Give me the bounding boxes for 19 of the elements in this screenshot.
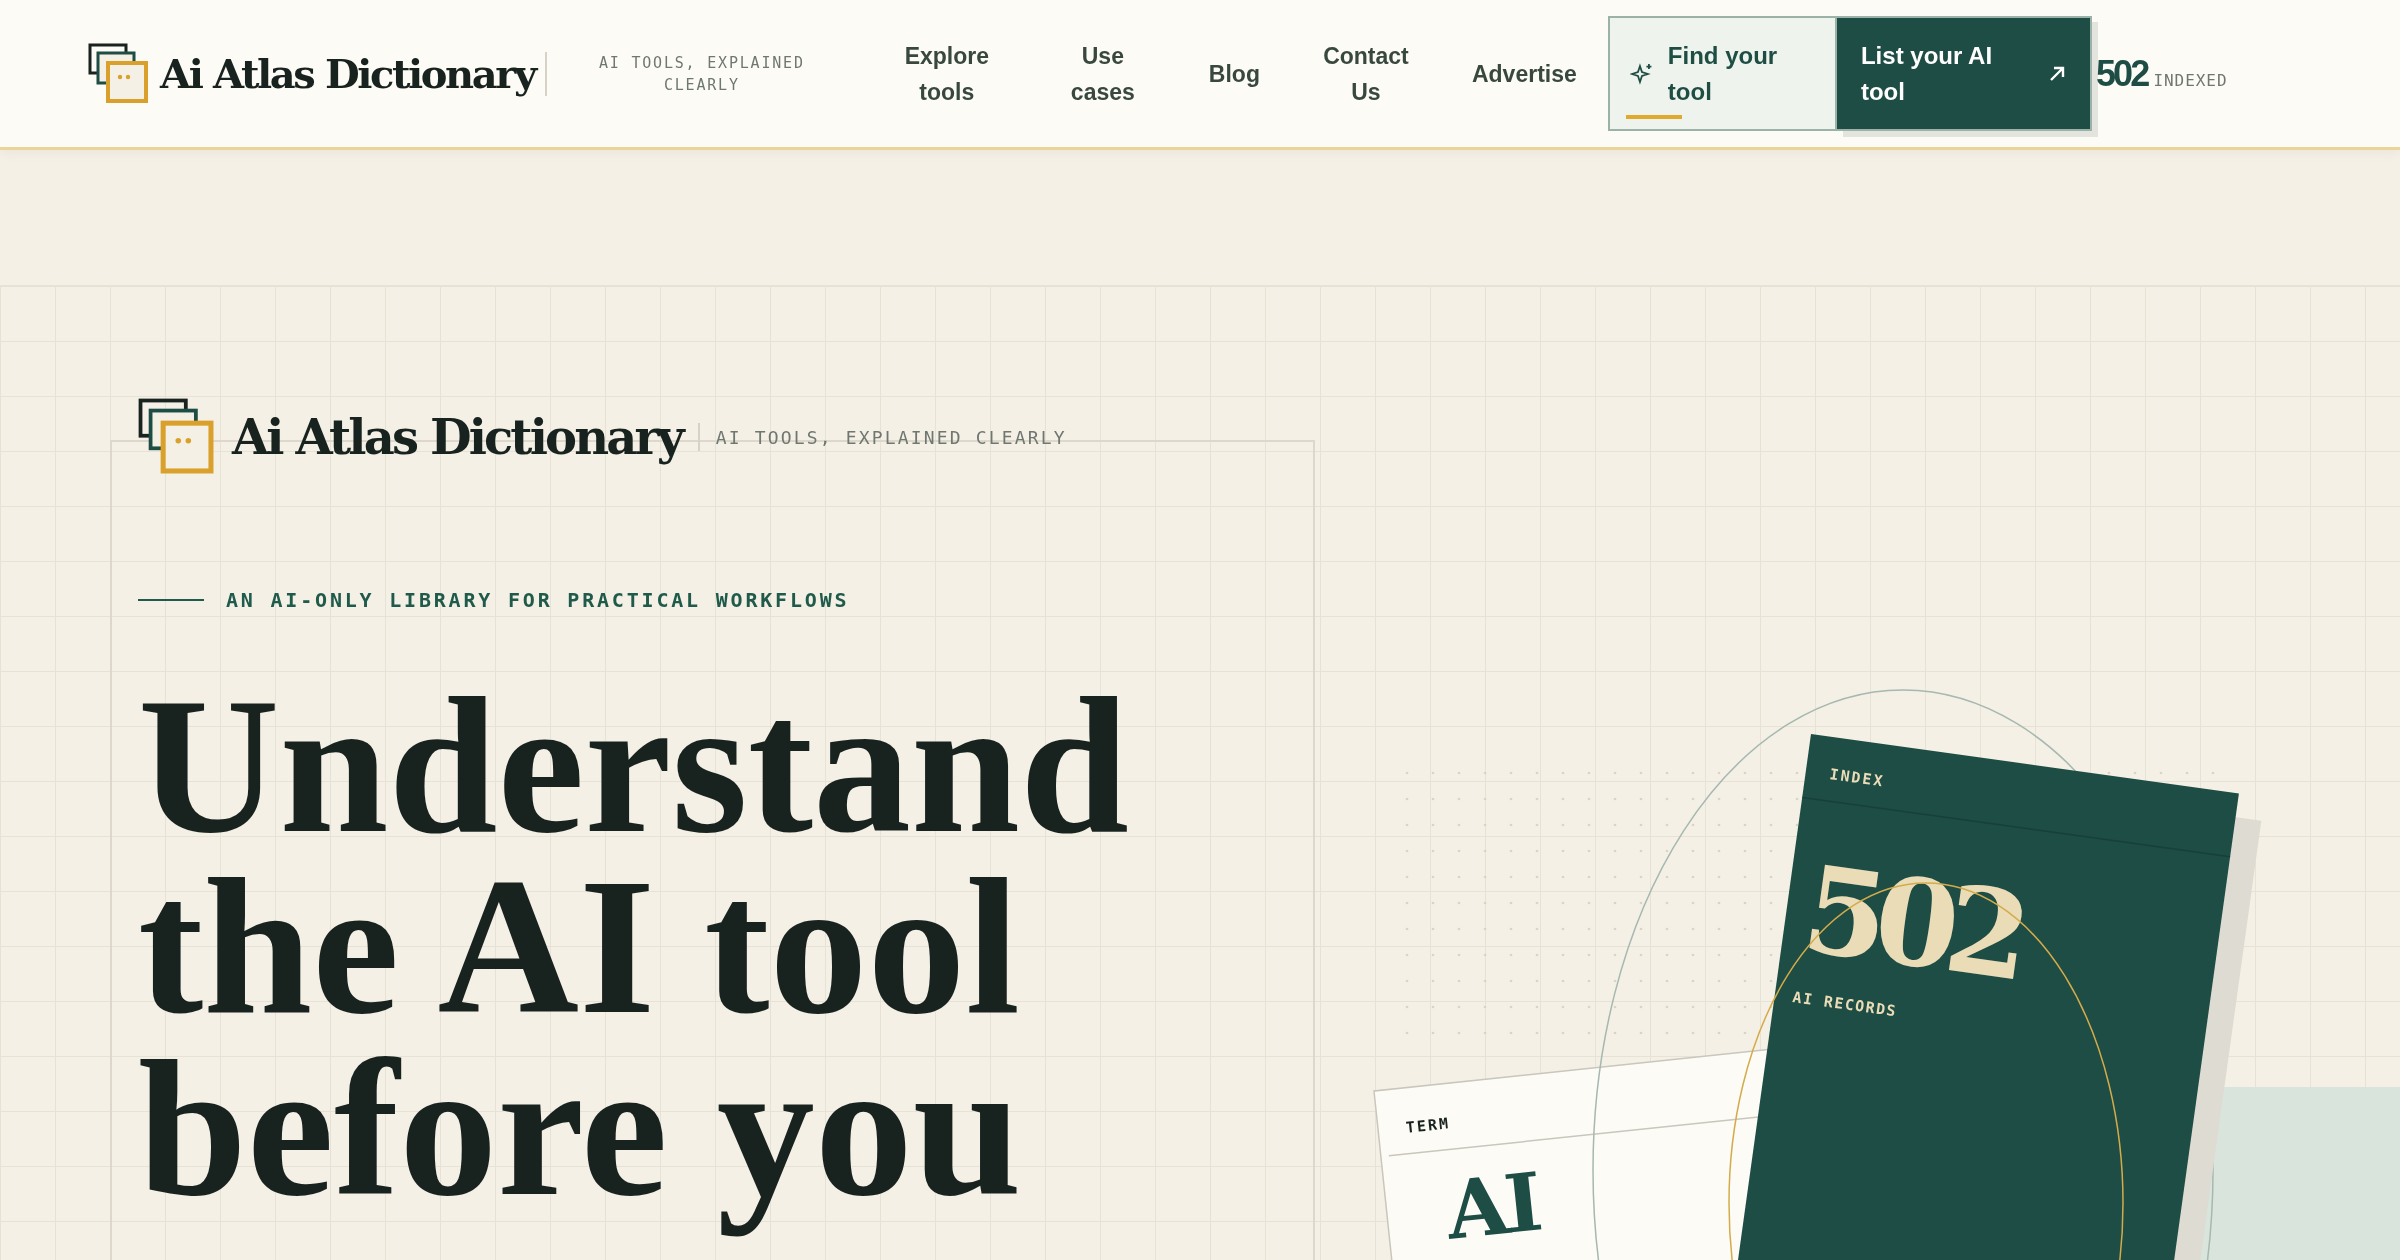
indexed-count: 502	[2095, 52, 2148, 95]
nav-link[interactable]: Contact Us	[1287, 37, 1444, 110]
nav-link[interactable]: Explore tools	[868, 37, 1025, 110]
eyebrow-text: AN AI-ONLY LIBRARY FOR PRACTICAL WORKFLOWS	[226, 588, 850, 612]
index-caption: AI RECORDS	[1791, 988, 1899, 1021]
brand-name: Ai Atlas Dictionary	[232, 409, 682, 465]
term-word: AI	[1442, 1154, 1543, 1258]
find-tool-button[interactable]: Find your tool	[1607, 16, 1837, 131]
indexed-label: INDEXED	[2153, 70, 2228, 90]
term-label: TERM	[1405, 1114, 1451, 1137]
tagline: AI TOOLS, EXPLAINED CLEARLY	[715, 426, 1067, 448]
tagline: AI TOOLS, EXPLAINED CLEARLY	[597, 52, 806, 96]
brand-name[interactable]: Ai Atlas Dictionary	[160, 50, 535, 97]
nav-link[interactable]: Use cases	[1024, 37, 1181, 110]
logo-icon	[138, 398, 216, 476]
index-label: INDEX	[1828, 765, 1886, 791]
nav-link[interactable]: Blog	[1180, 55, 1288, 92]
nav-link[interactable]: Advertise	[1443, 55, 1600, 92]
logo-icon	[88, 42, 150, 105]
